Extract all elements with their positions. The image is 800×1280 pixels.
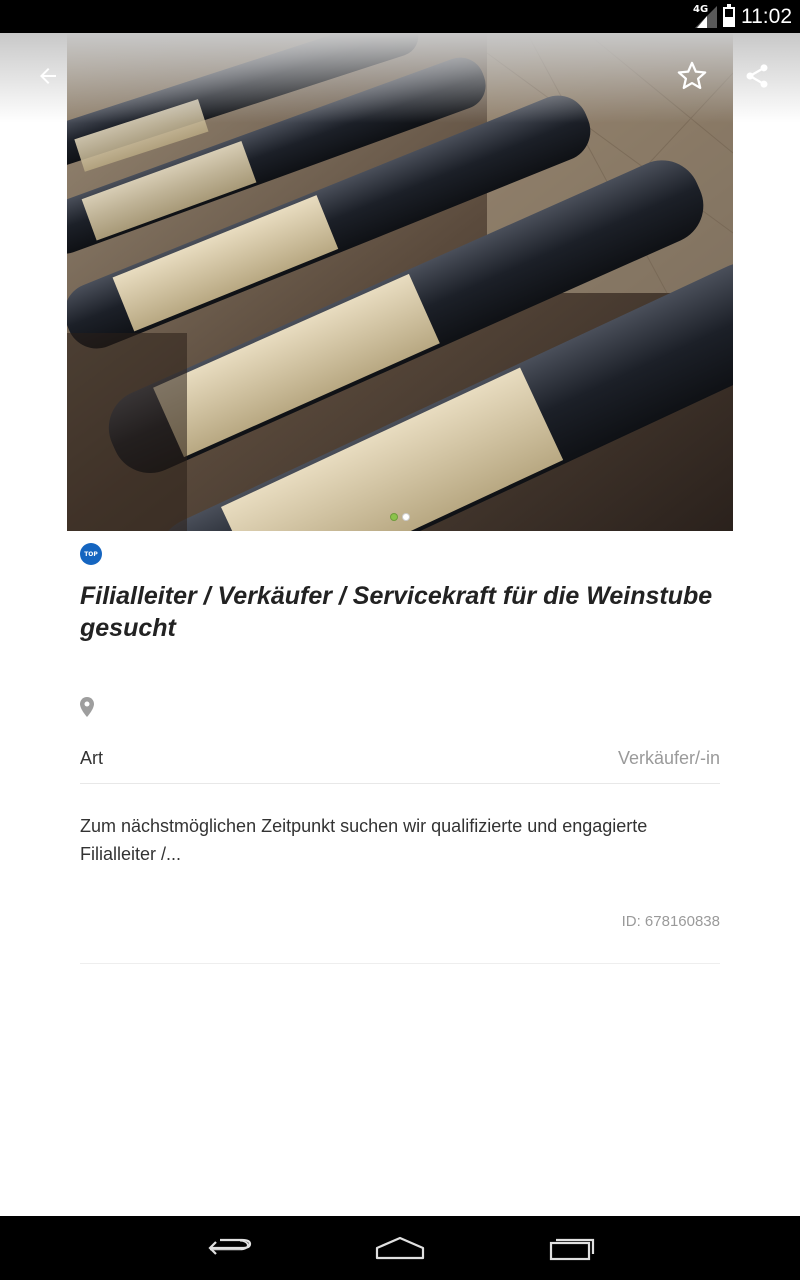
star-outline-icon <box>677 61 707 90</box>
nav-home-button[interactable] <box>365 1228 435 1268</box>
cell-signal-icon: 4G <box>693 3 717 28</box>
attribute-row: Art Verkäufer/-in <box>80 740 720 784</box>
battery-icon <box>723 3 735 27</box>
nav-recents-icon <box>549 1238 595 1261</box>
pager-dot-active <box>390 513 398 521</box>
listing-title: Filialleiter / Verkäufer / Servicekraft … <box>80 582 713 642</box>
nav-back-button[interactable] <box>195 1228 265 1268</box>
location-pin-icon <box>80 697 94 717</box>
listing-id: ID: 678160838 <box>621 913 720 930</box>
navigation-bar <box>0 1216 800 1280</box>
status-icons: 4G 11:02 <box>693 0 792 33</box>
battery-fill <box>725 16 733 25</box>
top-badge: TOP <box>80 543 102 565</box>
share-button[interactable] <box>733 52 781 100</box>
clock: 11:02 <box>741 4 792 28</box>
attribute-value: Verkäufer/-in <box>617 748 720 768</box>
status-bar: 4G 11:02 <box>0 0 800 33</box>
nav-home-icon <box>375 1236 425 1260</box>
divider <box>80 963 720 964</box>
pager-dot <box>402 513 410 521</box>
favorite-button[interactable] <box>668 52 716 100</box>
back-button[interactable] <box>24 52 72 100</box>
arrow-back-icon <box>40 68 56 84</box>
network-type: 4G <box>693 3 709 15</box>
listing-description: Zum nächstmöglichen Zeitpunkt suchen wir… <box>80 816 648 864</box>
image-pager <box>67 513 733 521</box>
attribute-label: Art <box>80 748 104 768</box>
share-icon <box>746 64 768 88</box>
nav-back-icon <box>208 1238 252 1255</box>
nav-recents-button[interactable] <box>536 1228 606 1268</box>
